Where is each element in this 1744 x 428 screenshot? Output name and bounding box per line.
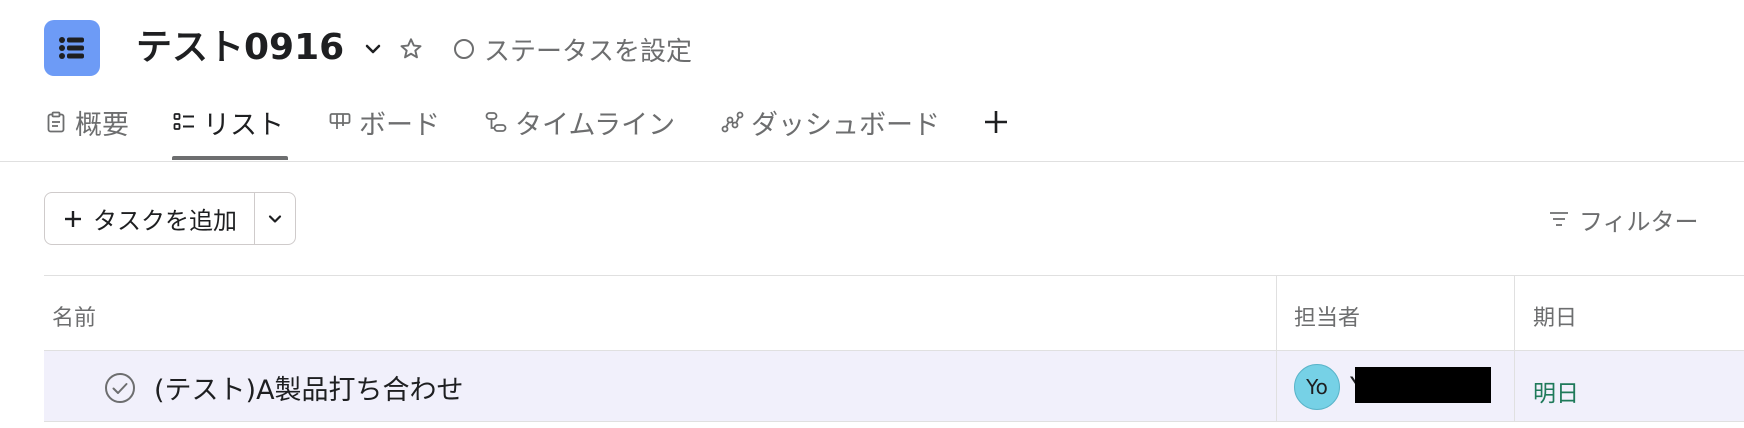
redaction-box	[1355, 367, 1491, 403]
status-label: ステータスを設定	[484, 36, 693, 67]
tab-label: ボード	[359, 109, 440, 141]
clipboard-icon	[47, 111, 65, 133]
tab-label: ダッシュボード	[751, 109, 940, 141]
project-icon[interactable]	[44, 20, 100, 76]
column-header-name[interactable]: 名前	[52, 300, 96, 332]
tab-label: 概要	[75, 109, 129, 141]
tabs-divider	[0, 161, 1744, 162]
add-task-label: タスクを追加	[93, 207, 237, 235]
timeline-icon	[485, 112, 507, 132]
set-status-button[interactable]: ステータスを設定	[454, 32, 693, 67]
plus-icon	[65, 210, 81, 227]
list-icon	[173, 113, 194, 130]
star-icon	[400, 38, 422, 59]
project-title[interactable]: テスト0916	[136, 25, 344, 71]
filter-button[interactable]: フィルター	[1548, 204, 1699, 236]
chevron-down-icon	[365, 44, 381, 54]
complete-task-checkbox-icon[interactable]	[104, 372, 136, 404]
chevron-down-icon	[268, 214, 282, 223]
tab-board[interactable]: ボード	[328, 102, 440, 142]
active-tab-indicator	[172, 156, 288, 160]
project-menu-button[interactable]	[358, 34, 388, 64]
due-date[interactable]: 明日	[1533, 374, 1579, 408]
table-top-border	[44, 275, 1744, 276]
avatar[interactable]: Yo	[1294, 364, 1340, 410]
filter-icon	[1550, 212, 1568, 226]
add-task-button-group: タスクを追加	[44, 192, 296, 245]
tab-label: タイムライン	[515, 109, 676, 141]
plus-icon	[985, 111, 1007, 133]
column-header-assignee[interactable]: 担当者	[1294, 300, 1360, 332]
avatar-initials: Yo	[1306, 375, 1328, 399]
row-bottom-border	[44, 421, 1744, 422]
column-header-due[interactable]: 期日	[1533, 300, 1577, 332]
tab-label: リスト	[203, 109, 284, 141]
task-name[interactable]: (テスト)A製品打ち合わせ	[154, 368, 464, 407]
column-divider	[1514, 276, 1515, 422]
tab-list[interactable]: リスト	[172, 102, 284, 142]
dashboard-icon	[721, 111, 744, 133]
favorite-button[interactable]	[396, 34, 426, 64]
filter-label: フィルター	[1579, 207, 1699, 236]
board-icon	[329, 113, 351, 129]
add-task-button[interactable]: タスクを追加	[45, 193, 255, 244]
add-tab-button[interactable]	[980, 106, 1012, 138]
tab-overview[interactable]: 概要	[44, 102, 129, 142]
column-divider	[1276, 276, 1277, 422]
tab-timeline[interactable]: タイムライン	[484, 102, 675, 142]
list-bullets-icon	[59, 37, 84, 59]
status-circle-icon	[454, 39, 474, 59]
tab-dashboard[interactable]: ダッシュボード	[720, 102, 940, 142]
add-task-dropdown-button[interactable]	[255, 193, 295, 244]
